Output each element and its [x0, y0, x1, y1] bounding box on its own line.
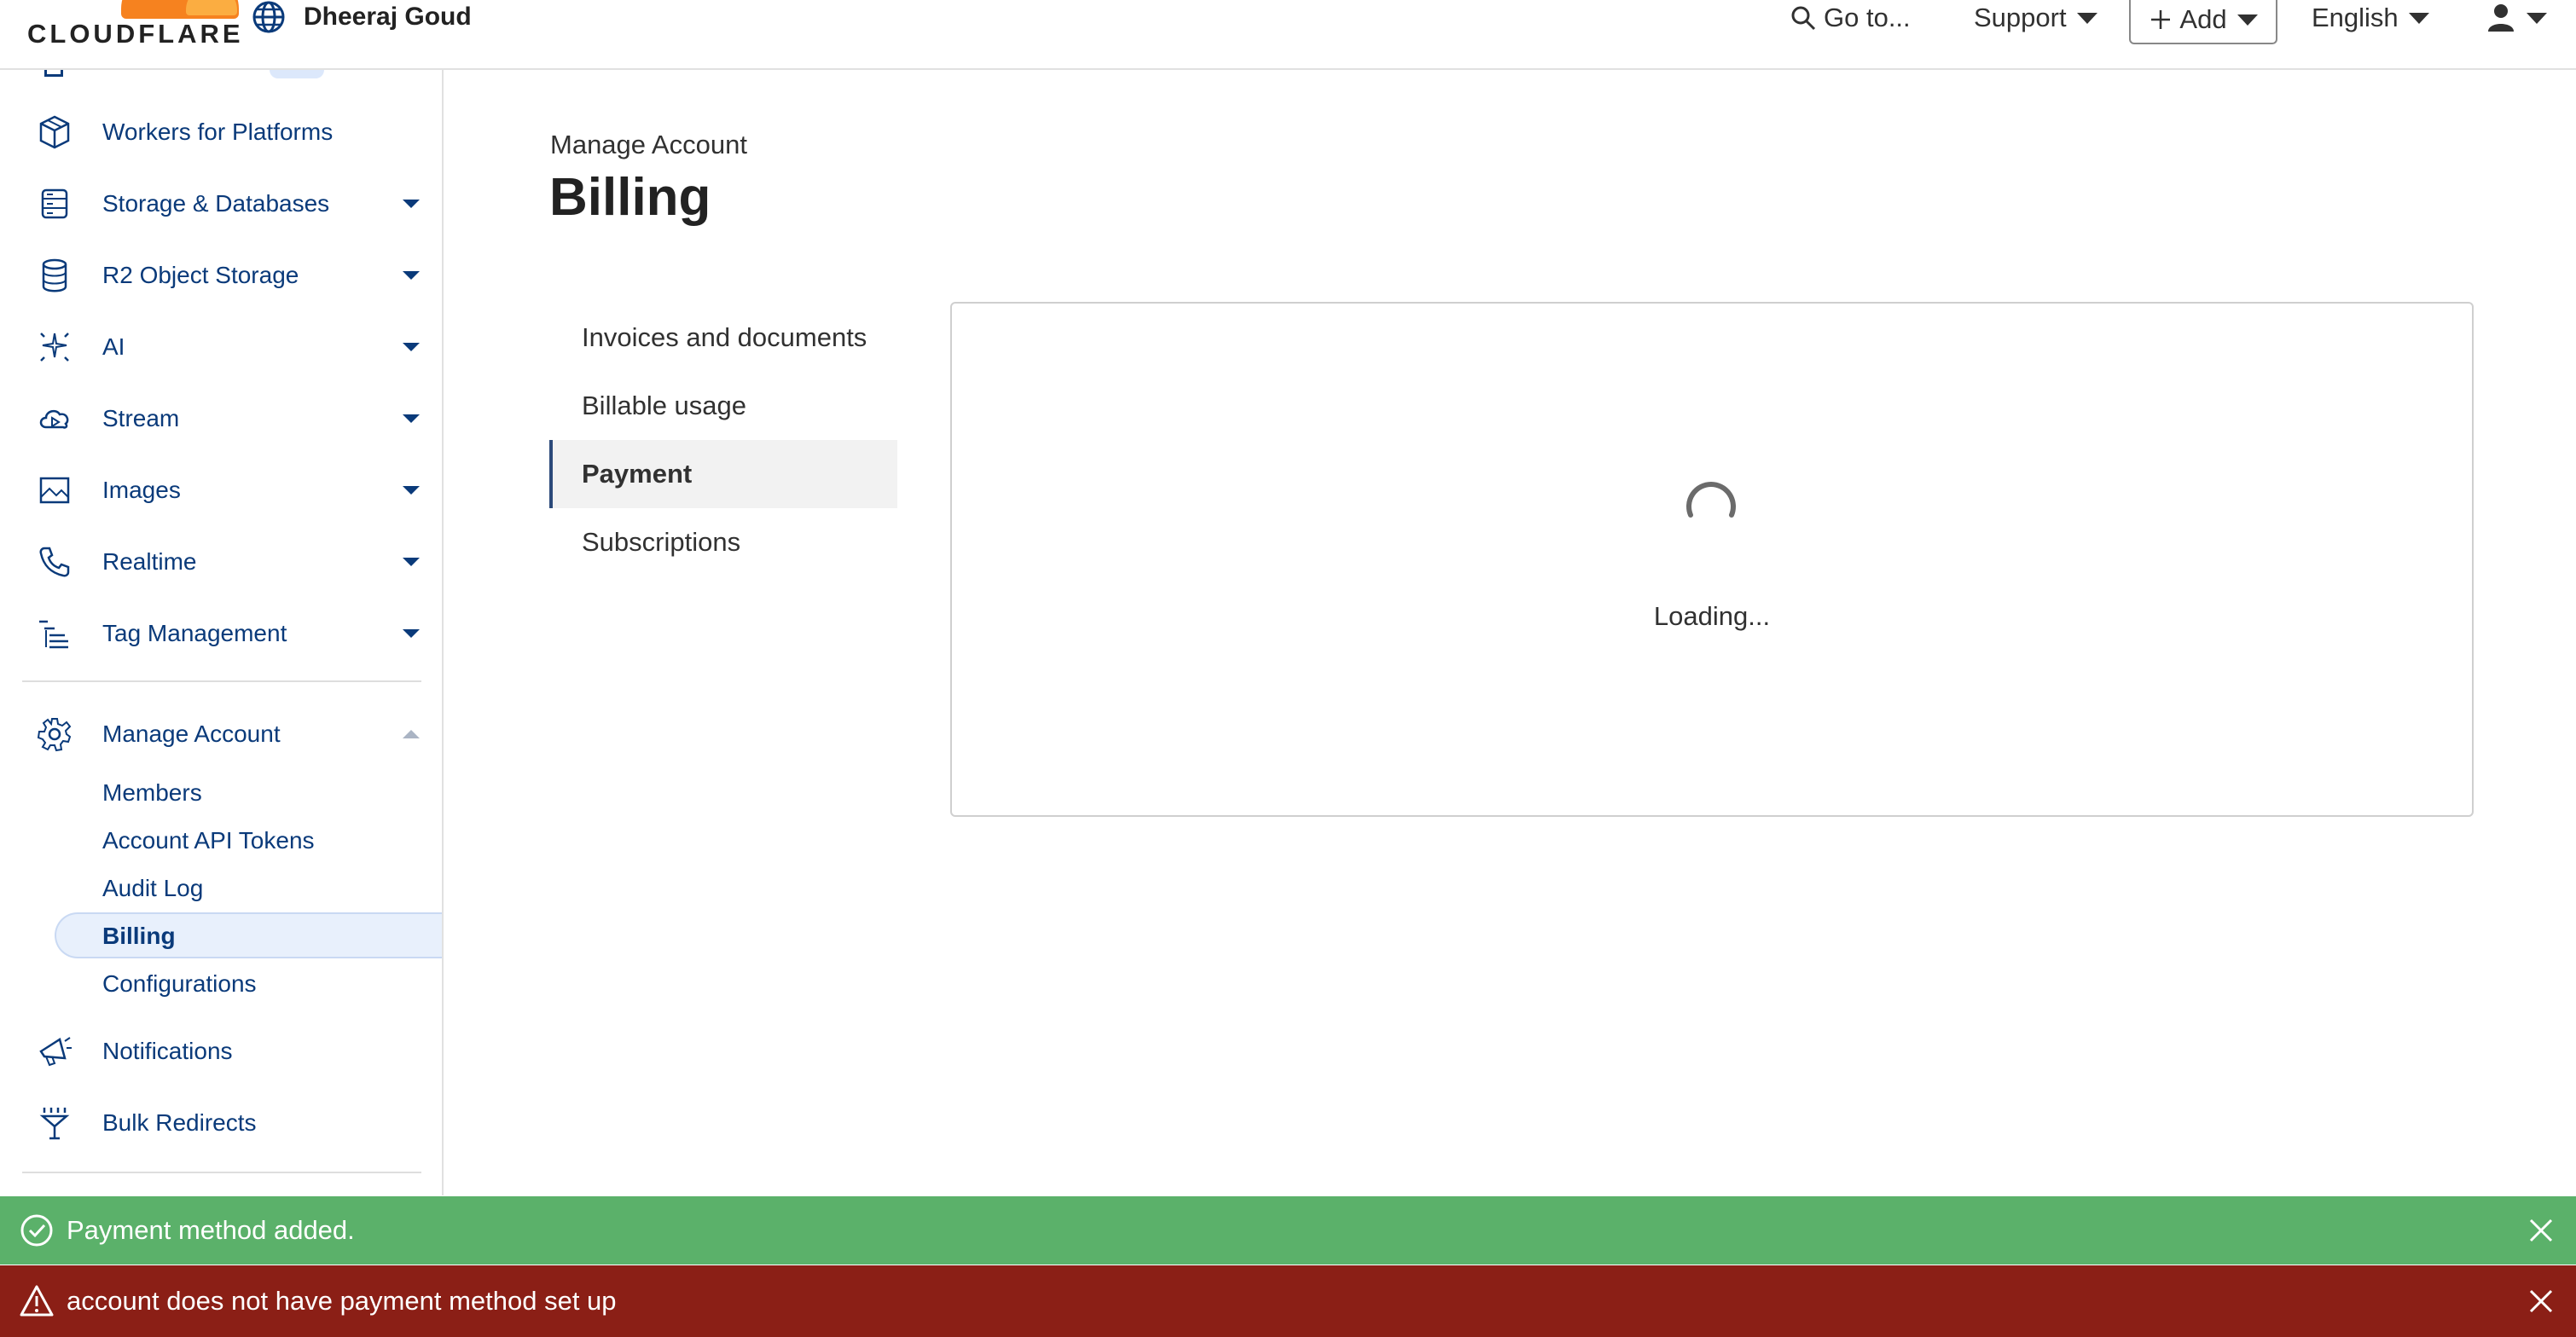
top-bar: CLOUDFLARE Dheeraj Goud Go to... Support… [0, 0, 2576, 70]
warning-icon [20, 1285, 54, 1317]
sidebar-item-manage-account[interactable]: Manage Account [0, 704, 442, 764]
page-title: Billing [549, 168, 711, 227]
sidebar-item-label: Images [102, 477, 181, 503]
sidebar-item-workers-for-platforms[interactable]: Workers for Platforms [0, 102, 442, 162]
chevron-down-icon [403, 414, 420, 423]
partial-icon [44, 70, 63, 77]
sidebar-item-label: R2 Object Storage [102, 262, 299, 288]
close-icon[interactable] [2527, 1287, 2556, 1316]
chevron-down-icon [2408, 12, 2429, 24]
goto-label: Go to... [1824, 3, 1911, 32]
chevron-down-icon [2076, 12, 2097, 24]
megaphone-icon [39, 1037, 72, 1067]
subnav-billable-usage[interactable]: Billable usage [549, 372, 897, 440]
sidebar-item-storage-databases[interactable]: Storage & Databases [0, 174, 442, 234]
account-name: Dheeraj Goud [304, 3, 472, 31]
sidebar: Workers for Platforms Storage & Database… [0, 70, 444, 1195]
sidebar-item-label: Bulk Redirects [102, 1109, 257, 1136]
chevron-down-icon [403, 486, 420, 495]
toast-error: account does not have payment method set… [0, 1265, 2576, 1337]
plus-icon [2151, 10, 2171, 29]
toast-error-text: account does not have payment method set… [67, 1286, 617, 1316]
check-circle-icon [20, 1214, 53, 1247]
sidebar-item-label: Tag Management [102, 620, 287, 646]
add-button[interactable]: Add [2129, 0, 2277, 44]
breadcrumb[interactable]: Manage Account [550, 130, 747, 160]
subnav-subscriptions[interactable]: Subscriptions [549, 508, 897, 576]
cloudflare-logo[interactable]: CLOUDFLARE [27, 0, 241, 51]
language-menu[interactable]: English [2312, 0, 2429, 36]
language-label: English [2312, 3, 2399, 32]
sidebar-item-notifications[interactable]: Notifications [0, 1022, 442, 1081]
sidebar-item-label: AI [102, 333, 125, 360]
tag-management-icon [39, 620, 68, 649]
cube-icon [39, 115, 70, 149]
chevron-down-icon [403, 271, 420, 280]
support-menu[interactable]: Support [1974, 0, 2097, 36]
sidebar-item-tag-management[interactable]: Tag Management [0, 604, 442, 663]
subnav-payment[interactable]: Payment [549, 440, 897, 508]
phone-icon [39, 547, 70, 577]
sidebar-subitem-audit-log[interactable]: Audit Log [102, 875, 203, 902]
payment-panel [950, 302, 2474, 817]
chevron-down-icon [403, 200, 420, 208]
sidebar-item-label: Workers for Platforms [102, 119, 334, 145]
loading-spinner-icon [1686, 482, 1736, 518]
chevron-down-icon [403, 343, 420, 351]
sidebar-item-realtime[interactable]: Realtime [0, 532, 442, 592]
chevron-down-icon [2237, 14, 2258, 26]
toast-success: Payment method added. [0, 1196, 2576, 1265]
sidebar-divider [22, 680, 421, 682]
toast-success-text: Payment method added. [67, 1215, 355, 1245]
sidebar-subitem-members[interactable]: Members [102, 779, 202, 807]
cloud-play-icon [39, 409, 69, 429]
user-menu[interactable] [2486, 0, 2547, 36]
user-icon [2488, 4, 2514, 32]
add-label: Add [2179, 4, 2227, 34]
subnav-invoices-and-documents[interactable]: Invoices and documents [549, 304, 897, 372]
sidebar-item-label: Storage & Databases [102, 190, 330, 217]
globe-icon [252, 1, 285, 33]
sidebar-item-label: Manage Account [102, 721, 281, 747]
search-icon [1791, 6, 1816, 31]
goto-button[interactable]: Go to... [1790, 0, 1911, 36]
close-icon[interactable] [2527, 1216, 2556, 1245]
chevron-down-icon [403, 629, 420, 638]
sidebar-item-label: Notifications [102, 1038, 233, 1064]
sidebar-subitem-configurations[interactable]: Configurations [102, 970, 257, 998]
sidebar-divider [22, 1172, 421, 1173]
chevron-down-icon [2527, 12, 2547, 24]
sidebar-item-stream[interactable]: Stream [0, 389, 442, 449]
sidebar-subitem-billing[interactable]: Billing [102, 923, 176, 950]
sparkle-icon [40, 333, 69, 362]
redirect-icon [39, 1108, 70, 1140]
sidebar-subitem-account-api-tokens[interactable]: Account API Tokens [102, 827, 315, 854]
sidebar-item-label: Stream [102, 405, 180, 431]
sidebar-item-r2-object-storage[interactable]: R2 Object Storage [0, 246, 442, 305]
partial-badge [270, 70, 324, 78]
support-label: Support [1974, 3, 2067, 32]
chevron-up-icon [403, 730, 420, 738]
sidebar-item-images[interactable]: Images [0, 460, 442, 520]
image-icon [39, 477, 70, 504]
sidebar-item-ai[interactable]: AI [0, 317, 442, 377]
logo-cloud-highlight [186, 0, 237, 15]
gear-icon [37, 718, 72, 752]
sidebar-item-label: Realtime [102, 548, 197, 575]
loading-text: Loading... [1653, 601, 1771, 631]
account-selector[interactable]: Dheeraj Goud [251, 0, 472, 34]
sidebar-item-bulk-redirects[interactable]: Bulk Redirects [0, 1093, 442, 1153]
storage-icon [41, 188, 68, 219]
chevron-down-icon [403, 558, 420, 566]
database-icon [42, 258, 67, 292]
logo-text: CLOUDFLARE [27, 19, 244, 49]
